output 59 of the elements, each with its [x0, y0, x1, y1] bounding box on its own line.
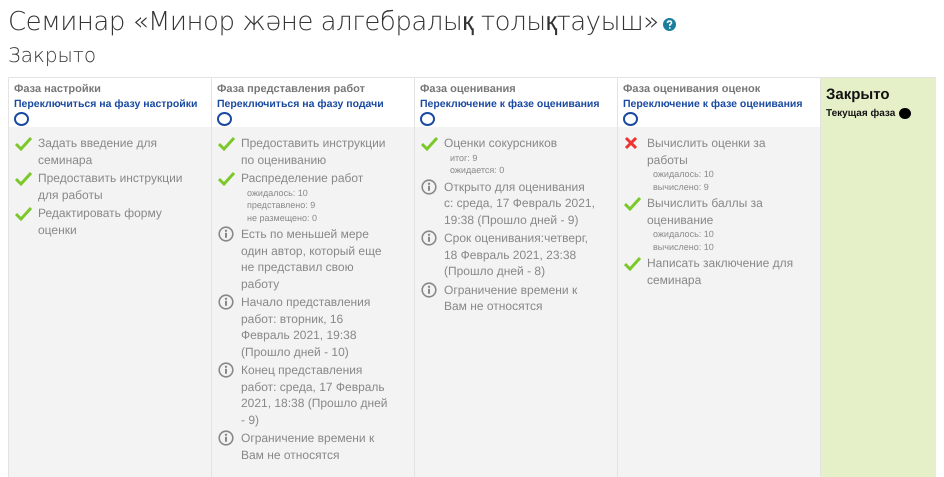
task-text: Вычислить оценки за работы: [647, 135, 767, 168]
info-icon: [421, 178, 437, 194]
current-phase-label: Текущая фаза: [826, 108, 896, 119]
task-text: Начало представления работ: вторник, 16 Февраль 2021, 19:38 (Прошло дней - 10): [241, 294, 372, 360]
task-text: Открыто для оценивания с: среда, 17 Февраль 2021, 19:38 (Прошло дней - 9): [444, 178, 595, 228]
task-text: Написать заключение для семинара: [647, 255, 794, 288]
phase-switch-icon[interactable]: [623, 112, 638, 126]
info-icon: [218, 226, 234, 242]
info-icon: [218, 362, 234, 378]
task-text: Ограничение времени к Вам не относятся: [444, 282, 578, 314]
task-text: Ограничение времени к Вам не относятся: [241, 430, 376, 463]
info-icon: [218, 294, 234, 310]
page-title: Семинар «Минор және алгебралық толықтауыш»: [8, 6, 659, 37]
phase-title: Фаза оценивания оценок: [623, 83, 762, 95]
check-icon: [624, 197, 641, 211]
check-icon: [218, 172, 235, 186]
task-text: Распределение работ: [241, 170, 364, 186]
task-detail: ожидалось: 10: [653, 228, 715, 240]
phase-switch-icon[interactable]: [420, 112, 435, 126]
task-text: Вычислить баллы за оценивание: [647, 195, 764, 228]
check-icon: [15, 137, 32, 151]
phase-title: Фаза настройки: [14, 83, 102, 95]
check-icon: [15, 172, 32, 186]
task-text: Редактировать форму оценки: [38, 205, 163, 238]
task-text: Оценки сокурсников: [444, 135, 558, 152]
status-heading: Закрыто: [8, 43, 98, 67]
task-text: Предоставить инструкции для работы: [38, 170, 184, 203]
task-detail: не размещено: 0: [247, 212, 318, 224]
check-icon: [15, 207, 32, 221]
phase-title: Закрыто: [826, 86, 891, 103]
check-icon: [421, 137, 438, 151]
task-detail: ожидается: 0: [450, 164, 506, 176]
task-detail: вычислено: 10: [653, 240, 715, 253]
switch-phase-link[interactable]: Переключение к фазе оценивания: [420, 98, 612, 110]
task-text: Срок оценивания:четверг, 18 Февраль 2021, 23:38 (Прошло дней - 8): [444, 230, 589, 280]
switch-phase-link[interactable]: Переключение к фазе оценивания: [623, 98, 815, 110]
switch-phase-link[interactable]: Переключиться на фазу настройки: [14, 98, 206, 110]
task-text: Предоставить инструкции по оцениванию: [241, 135, 386, 168]
help-icon[interactable]: [662, 18, 676, 31]
task-detail: итог: 9: [450, 152, 478, 164]
cross-icon: [624, 136, 638, 150]
task-text: Конец представления работ: среда, 17 Февраль 2021, 18:38 (Прошло дней - 9): [241, 362, 388, 428]
phase-title: Фаза оценивания: [420, 83, 517, 95]
info-icon: [421, 282, 437, 298]
phase-switch-icon[interactable]: [14, 112, 29, 126]
current-phase-dot: [899, 108, 912, 119]
phase-switch-icon[interactable]: [217, 112, 232, 126]
info-icon: [421, 230, 437, 246]
info-icon: [218, 430, 234, 446]
task-detail: представлено: 9: [247, 199, 316, 212]
task-text: Задать введение для семинара: [38, 135, 158, 168]
check-icon: [218, 137, 235, 151]
check-icon: [624, 257, 641, 271]
task-text: Есть по меньшей мере один автор, который еще не представил свою работу: [241, 226, 382, 292]
task-detail: ожидалось: 10: [653, 168, 715, 180]
phase-title: Фаза представления работ: [217, 83, 366, 95]
switch-phase-link[interactable]: Переключиться на фазу подачи: [217, 98, 409, 110]
task-detail: вычислено: 9: [653, 180, 710, 193]
task-detail: ожидалось: 10: [247, 186, 309, 199]
